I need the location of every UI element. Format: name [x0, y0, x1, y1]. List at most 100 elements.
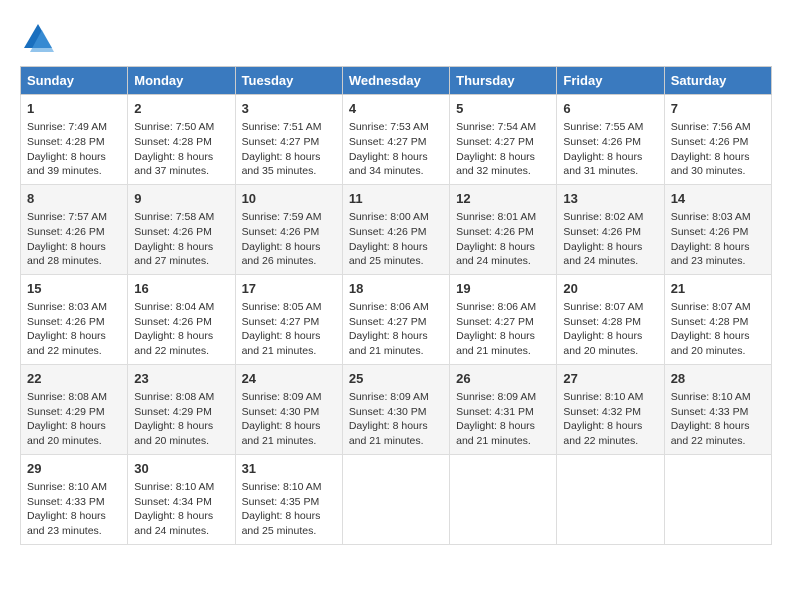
- calendar-cell: 4 Sunrise: 7:53 AMSunset: 4:27 PMDaylight…: [342, 95, 449, 185]
- calendar-cell: [664, 454, 771, 544]
- calendar-cell: 5 Sunrise: 7:54 AMSunset: 4:27 PMDaylight…: [450, 95, 557, 185]
- calendar-week-row: 1 Sunrise: 7:49 AMSunset: 4:28 PMDaylight…: [21, 95, 772, 185]
- day-number: 17: [242, 280, 336, 298]
- day-number: 31: [242, 460, 336, 478]
- calendar-cell: 12 Sunrise: 8:01 AMSunset: 4:26 PMDayligh…: [450, 184, 557, 274]
- day-info: Sunrise: 8:03 AMSunset: 4:26 PMDaylight:…: [27, 300, 121, 359]
- calendar-header-row: SundayMondayTuesdayWednesdayThursdayFrid…: [21, 67, 772, 95]
- column-header-thursday: Thursday: [450, 67, 557, 95]
- day-info: Sunrise: 7:58 AMSunset: 4:26 PMDaylight:…: [134, 210, 228, 269]
- day-info: Sunrise: 7:59 AMSunset: 4:26 PMDaylight:…: [242, 210, 336, 269]
- calendar-cell: 28Sunrise: 8:10 AMSunset: 4:33 PMDayligh…: [664, 364, 771, 454]
- day-number: 9: [134, 190, 228, 208]
- day-info: Sunrise: 8:07 AMSunset: 4:28 PMDaylight:…: [671, 300, 765, 359]
- page-header: [20, 20, 772, 56]
- day-number: 1: [27, 100, 121, 118]
- calendar-cell: [450, 454, 557, 544]
- day-info: Sunrise: 8:09 AMSunset: 4:30 PMDaylight:…: [242, 390, 336, 449]
- calendar-cell: 16Sunrise: 8:04 AMSunset: 4:26 PMDayligh…: [128, 274, 235, 364]
- day-info: Sunrise: 8:07 AMSunset: 4:28 PMDaylight:…: [563, 300, 657, 359]
- day-number: 24: [242, 370, 336, 388]
- day-info: Sunrise: 8:10 AMSunset: 4:34 PMDaylight:…: [134, 480, 228, 539]
- column-header-wednesday: Wednesday: [342, 67, 449, 95]
- day-number: 6: [563, 100, 657, 118]
- calendar-cell: 20 Sunrise: 8:07 AMSunset: 4:28 PMDayligh…: [557, 274, 664, 364]
- day-info: Sunrise: 8:10 AMSunset: 4:33 PMDaylight:…: [27, 480, 121, 539]
- day-number: 18: [349, 280, 443, 298]
- day-info: Sunrise: 7:57 AMSunset: 4:26 PMDaylight:…: [27, 210, 121, 269]
- calendar-cell: 24 Sunrise: 8:09 AMSunset: 4:30 PMDayligh…: [235, 364, 342, 454]
- calendar-cell: 23 Sunrise: 8:08 AMSunset: 4:29 PMDayligh…: [128, 364, 235, 454]
- day-number: 16: [134, 280, 228, 298]
- day-number: 11: [349, 190, 443, 208]
- calendar-week-row: 22 Sunrise: 8:08 AMSunset: 4:29 PMDayligh…: [21, 364, 772, 454]
- calendar-table: SundayMondayTuesdayWednesdayThursdayFrid…: [20, 66, 772, 545]
- day-info: Sunrise: 7:55 AMSunset: 4:26 PMDaylight:…: [563, 120, 657, 179]
- calendar-cell: 11 Sunrise: 8:00 AMSunset: 4:26 PMDayligh…: [342, 184, 449, 274]
- day-info: Sunrise: 7:50 AMSunset: 4:28 PMDaylight:…: [134, 120, 228, 179]
- day-number: 3: [242, 100, 336, 118]
- column-header-tuesday: Tuesday: [235, 67, 342, 95]
- calendar-cell: 3Sunrise: 7:51 AMSunset: 4:27 PMDaylight…: [235, 95, 342, 185]
- calendar-cell: 19 Sunrise: 8:06 AMSunset: 4:27 PMDayligh…: [450, 274, 557, 364]
- calendar-cell: 25Sunrise: 8:09 AMSunset: 4:30 PMDayligh…: [342, 364, 449, 454]
- calendar-cell: 6 Sunrise: 7:55 AMSunset: 4:26 PMDaylight…: [557, 95, 664, 185]
- calendar-cell: 9 Sunrise: 7:58 AMSunset: 4:26 PMDaylight…: [128, 184, 235, 274]
- calendar-cell: 8Sunrise: 7:57 AMSunset: 4:26 PMDaylight…: [21, 184, 128, 274]
- calendar-cell: [342, 454, 449, 544]
- calendar-cell: 13 Sunrise: 8:02 AMSunset: 4:26 PMDayligh…: [557, 184, 664, 274]
- calendar-week-row: 29 Sunrise: 8:10 AMSunset: 4:33 PMDayligh…: [21, 454, 772, 544]
- day-number: 26: [456, 370, 550, 388]
- day-info: Sunrise: 7:53 AMSunset: 4:27 PMDaylight:…: [349, 120, 443, 179]
- day-info: Sunrise: 8:05 AMSunset: 4:27 PMDaylight:…: [242, 300, 336, 359]
- day-info: Sunrise: 7:54 AMSunset: 4:27 PMDaylight:…: [456, 120, 550, 179]
- day-info: Sunrise: 8:06 AMSunset: 4:27 PMDaylight:…: [456, 300, 550, 359]
- day-number: 29: [27, 460, 121, 478]
- day-number: 2: [134, 100, 228, 118]
- calendar-cell: 29 Sunrise: 8:10 AMSunset: 4:33 PMDayligh…: [21, 454, 128, 544]
- calendar-cell: 21 Sunrise: 8:07 AMSunset: 4:28 PMDayligh…: [664, 274, 771, 364]
- column-header-monday: Monday: [128, 67, 235, 95]
- day-number: 12: [456, 190, 550, 208]
- day-number: 20: [563, 280, 657, 298]
- calendar-cell: 27 Sunrise: 8:10 AMSunset: 4:32 PMDayligh…: [557, 364, 664, 454]
- day-info: Sunrise: 8:02 AMSunset: 4:26 PMDaylight:…: [563, 210, 657, 269]
- day-info: Sunrise: 7:49 AMSunset: 4:28 PMDaylight:…: [27, 120, 121, 179]
- column-header-friday: Friday: [557, 67, 664, 95]
- day-info: Sunrise: 8:08 AMSunset: 4:29 PMDaylight:…: [134, 390, 228, 449]
- day-number: 10: [242, 190, 336, 208]
- day-info: Sunrise: 8:01 AMSunset: 4:26 PMDaylight:…: [456, 210, 550, 269]
- calendar-cell: 30 Sunrise: 8:10 AMSunset: 4:34 PMDayligh…: [128, 454, 235, 544]
- day-info: Sunrise: 8:10 AMSunset: 4:32 PMDaylight:…: [563, 390, 657, 449]
- day-info: Sunrise: 8:00 AMSunset: 4:26 PMDaylight:…: [349, 210, 443, 269]
- day-number: 27: [563, 370, 657, 388]
- day-number: 4: [349, 100, 443, 118]
- calendar-cell: 10 Sunrise: 7:59 AMSunset: 4:26 PMDayligh…: [235, 184, 342, 274]
- day-number: 28: [671, 370, 765, 388]
- day-number: 5: [456, 100, 550, 118]
- day-number: 19: [456, 280, 550, 298]
- calendar-week-row: 15 Sunrise: 8:03 AMSunset: 4:26 PMDayligh…: [21, 274, 772, 364]
- logo: [20, 20, 60, 56]
- calendar-cell: 17 Sunrise: 8:05 AMSunset: 4:27 PMDayligh…: [235, 274, 342, 364]
- day-info: Sunrise: 8:10 AMSunset: 4:35 PMDaylight:…: [242, 480, 336, 539]
- day-number: 23: [134, 370, 228, 388]
- day-info: Sunrise: 8:09 AMSunset: 4:30 PMDaylight:…: [349, 390, 443, 449]
- day-number: 13: [563, 190, 657, 208]
- day-info: Sunrise: 8:03 AMSunset: 4:26 PMDaylight:…: [671, 210, 765, 269]
- column-header-saturday: Saturday: [664, 67, 771, 95]
- calendar-cell: 26 Sunrise: 8:09 AMSunset: 4:31 PMDayligh…: [450, 364, 557, 454]
- day-info: Sunrise: 8:09 AMSunset: 4:31 PMDaylight:…: [456, 390, 550, 449]
- day-info: Sunrise: 8:06 AMSunset: 4:27 PMDaylight:…: [349, 300, 443, 359]
- day-number: 30: [134, 460, 228, 478]
- calendar-cell: 15 Sunrise: 8:03 AMSunset: 4:26 PMDayligh…: [21, 274, 128, 364]
- day-number: 21: [671, 280, 765, 298]
- calendar-cell: 22Sunrise: 8:08 AMSunset: 4:29 PMDayligh…: [21, 364, 128, 454]
- day-number: 22: [27, 370, 121, 388]
- day-info: Sunrise: 7:56 AMSunset: 4:26 PMDaylight:…: [671, 120, 765, 179]
- day-number: 14: [671, 190, 765, 208]
- calendar-cell: 7Sunrise: 7:56 AMSunset: 4:26 PMDaylight…: [664, 95, 771, 185]
- calendar-cell: 31 Sunrise: 8:10 AMSunset: 4:35 PMDayligh…: [235, 454, 342, 544]
- calendar-cell: [557, 454, 664, 544]
- day-number: 15: [27, 280, 121, 298]
